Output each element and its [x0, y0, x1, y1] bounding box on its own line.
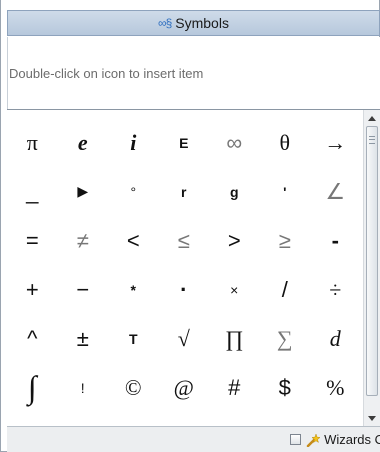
symbol-exponent-e[interactable]: E	[159, 118, 210, 167]
vertical-scrollbar[interactable]	[363, 110, 380, 426]
wizards-checkbox[interactable]	[290, 434, 302, 445]
symbol-dot[interactable]: ·	[159, 265, 210, 314]
symbol-plus-minus[interactable]: ±	[58, 314, 109, 363]
symbol-pipe[interactable]: |	[58, 412, 109, 426]
symbol-divide[interactable]: ÷	[310, 265, 361, 314]
symbol-hyphen[interactable]: -	[310, 216, 361, 265]
symbol-square-root[interactable]: √	[159, 314, 210, 363]
arrow-down-icon[interactable]	[364, 410, 380, 426]
symbol-differential[interactable]: d	[310, 314, 361, 363]
symbol-empty	[159, 412, 210, 426]
symbol-factorial[interactable]: !	[58, 363, 109, 412]
symbol-theta[interactable]: θ	[260, 118, 311, 167]
symbol-dollar[interactable]: $	[260, 363, 311, 412]
symbol-not-equal[interactable]: ≠	[58, 216, 109, 265]
scrollbar-thumb[interactable]	[366, 126, 378, 396]
symbol-prime[interactable]: '	[260, 167, 311, 216]
symbol-gradians[interactable]: g	[209, 167, 260, 216]
symbol-empty	[260, 412, 311, 426]
symbol-less-than[interactable]: <	[108, 216, 159, 265]
panel-title-bar[interactable]: ∞§ Symbols	[7, 10, 380, 36]
symbol-euler-e[interactable]: e	[58, 118, 109, 167]
insert-hint: Double-click on icon to insert item	[9, 66, 204, 81]
symbol-minus[interactable]: −	[58, 265, 109, 314]
grip-icon	[369, 136, 375, 144]
symbol-radians[interactable]: r	[159, 167, 210, 216]
symbol-ampersand[interactable]: &	[7, 412, 58, 426]
symbol-degree[interactable]: °	[108, 167, 159, 216]
hint-area: Double-click on icon to insert item	[7, 37, 380, 109]
symbol-transpose[interactable]: T	[108, 314, 159, 363]
panel-title: Symbols	[175, 15, 229, 31]
symbol-angle[interactable]: ∠	[310, 167, 361, 216]
symbol-greater-than[interactable]: >	[209, 216, 260, 265]
symbol-greater-equal[interactable]: ≥	[260, 216, 311, 265]
arrow-up-icon[interactable]	[364, 110, 380, 126]
symbol-product[interactable]: ∏	[209, 314, 260, 363]
symbol-grid-viewport[interactable]: π e i E ∞ θ → _ ▶ ° r g ' ∠ = ≠ < ≤ > ≥ - + − * · × / ÷ ^ ± T √ ∏ ∑ d ∫! © @ #…	[7, 110, 363, 426]
symbol-plus[interactable]: +	[7, 265, 58, 314]
wizards-label: Wizards On	[324, 432, 380, 447]
symbol-underscore[interactable]: _	[7, 167, 58, 216]
infinity-symbol-icon: ∞§	[158, 16, 172, 30]
symbol-pi[interactable]: π	[7, 118, 58, 167]
symbol-hash[interactable]: #	[209, 363, 260, 412]
symbol-percent[interactable]: %	[310, 363, 361, 412]
symbol-asterisk[interactable]: *	[108, 265, 159, 314]
symbol-imaginary-i[interactable]: i	[108, 118, 159, 167]
symbol-caret[interactable]: ^	[7, 314, 58, 363]
symbol-times[interactable]: ×	[209, 265, 260, 314]
symbol-grid: π e i E ∞ θ → _ ▶ ° r g ' ∠ = ≠ < ≤ > ≥ - + − * · × / ÷ ^ ± T √ ∏ ∑ d ∫! © @ #…	[7, 118, 361, 426]
symbol-copyright[interactable]: ©	[108, 363, 159, 412]
symbol-empty	[209, 412, 260, 426]
symbol-empty	[310, 412, 361, 426]
symbol-less-equal[interactable]: ≤	[159, 216, 210, 265]
symbol-equals[interactable]: =	[7, 216, 58, 265]
bottom-bar: Wizards On	[7, 426, 380, 452]
symbol-infinity[interactable]: ∞	[209, 118, 260, 167]
symbol-right-arrow[interactable]: →	[310, 118, 361, 167]
symbol-at-sign[interactable]: @	[159, 363, 210, 412]
symbol-summation[interactable]: ∑	[260, 314, 311, 363]
symbol-integral[interactable]: ∫	[7, 363, 58, 412]
magic-wand-icon	[306, 432, 321, 447]
symbol-slash[interactable]: /	[260, 265, 311, 314]
symbol-right-triangle[interactable]: ▶	[58, 167, 109, 216]
symbol-double-quote[interactable]: "	[108, 412, 159, 426]
